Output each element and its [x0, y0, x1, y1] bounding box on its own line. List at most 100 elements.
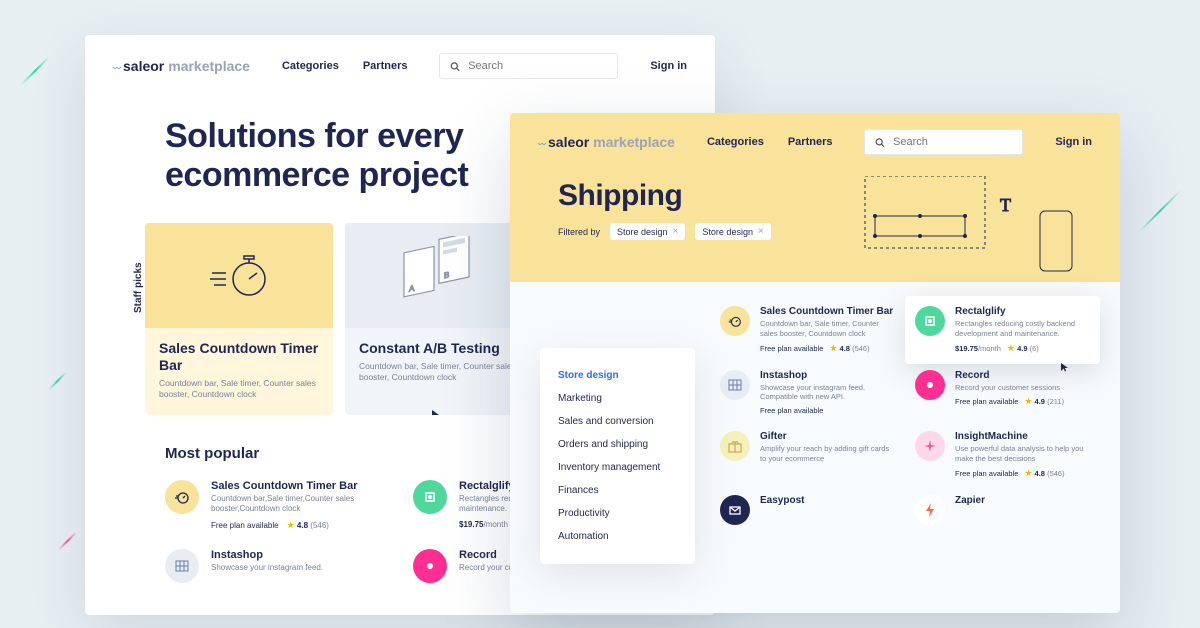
category-hero: Shipping Filtered by Store design× Store… — [510, 171, 1120, 240]
category-item[interactable]: Marketing — [558, 387, 677, 410]
svg-text:A: A — [409, 283, 415, 293]
item-title: Gifter — [760, 431, 895, 442]
category-item[interactable]: Store design — [558, 364, 677, 387]
item-desc: Countdown bar,Sale timer,Counter sales b… — [211, 494, 387, 515]
category-item[interactable]: Inventory management — [558, 456, 677, 479]
staff-card[interactable]: A B Constant A/B Testing Countdown bar, … — [345, 223, 533, 415]
staff-picks-label: Staff picks — [133, 263, 144, 314]
popular-item[interactable]: Sales Countdown Timer Bar Countdown bar,… — [165, 480, 387, 531]
search-box[interactable] — [439, 53, 618, 79]
card-desc: Countdown bar, Sale timer, Counter sales… — [359, 361, 519, 384]
square-icon — [413, 480, 447, 514]
wireframe-illustration: T — [860, 176, 1080, 286]
item-title: Easypost — [760, 495, 895, 506]
post-icon — [720, 495, 750, 525]
chip-remove-icon[interactable]: × — [758, 226, 764, 237]
result-item[interactable]: Sales Countdown Timer Bar Countdown bar,… — [720, 306, 895, 354]
nav-partners[interactable]: Partners — [363, 60, 408, 72]
price: $19.75/month — [955, 344, 1001, 353]
search-input[interactable] — [468, 60, 607, 72]
popular-item[interactable]: Instashop Showcase your instagram feed. — [165, 549, 387, 583]
dot-icon — [915, 370, 945, 400]
search-box[interactable] — [864, 129, 1023, 155]
result-item[interactable]: Record Record your customer sessions Fre… — [915, 370, 1090, 416]
grid-icon — [165, 549, 199, 583]
item-title: Instashop — [760, 370, 895, 381]
signin-link[interactable]: Sign in — [1055, 136, 1092, 148]
item-desc: Use powerful data analysis to help you m… — [955, 444, 1090, 464]
plan-badge: Free plan available — [211, 521, 279, 530]
star-icon: ★ — [287, 520, 295, 530]
nav-categories[interactable]: Categories — [707, 136, 764, 148]
star-icon: ★ — [829, 343, 837, 353]
ab-test-icon: A B — [389, 236, 489, 316]
signin-link[interactable]: Sign in — [650, 60, 687, 72]
item-desc: Record your customer sessions — [955, 383, 1090, 393]
result-item[interactable]: Instashop Showcase your instagram feed. … — [720, 370, 895, 416]
item-desc: Amplify your reach by adding gift cards … — [760, 444, 895, 464]
card-illustration: A B — [345, 223, 533, 328]
search-icon — [875, 137, 885, 148]
category-sidebar: Store design Marketing Sales and convers… — [540, 348, 695, 564]
logo[interactable]: 〰 saleor marketplace — [113, 58, 250, 74]
filter-chip[interactable]: Store design× — [695, 223, 770, 240]
svg-text:B: B — [444, 270, 449, 280]
nav-bar: 〰 saleor marketplace Categories Partners… — [510, 113, 1120, 171]
item-title: Instashop — [211, 549, 387, 561]
result-item[interactable]: Zapier — [915, 495, 1090, 525]
nav-categories[interactable]: Categories — [282, 60, 339, 72]
logo[interactable]: 〰 saleor marketplace — [538, 134, 675, 150]
plan-badge: Free plan available — [955, 397, 1018, 406]
star-icon: ★ — [1024, 396, 1032, 406]
cursor-icon — [431, 409, 441, 415]
item-title: Record — [955, 370, 1090, 381]
nav-links: Categories Partners — [282, 60, 408, 72]
category-item[interactable]: Automation — [558, 525, 677, 548]
logo-suffix: marketplace — [168, 58, 250, 74]
item-desc: Rectangles reducing costly backend devel… — [955, 319, 1090, 339]
category-item[interactable]: Sales and conversion — [558, 410, 677, 433]
window-category: 〰 saleor marketplace Categories Partners… — [510, 113, 1120, 613]
staff-card[interactable]: Sales Countdown Timer Bar Countdown bar,… — [145, 223, 333, 415]
category-item[interactable]: Productivity — [558, 502, 677, 525]
logo-swoosh-icon: 〰 — [538, 139, 546, 150]
item-desc: Showcase your instagram feed. Compatible… — [760, 383, 895, 403]
rating: ★ 4.9 (211) — [1024, 396, 1064, 407]
nav-partners[interactable]: Partners — [788, 136, 833, 148]
svg-text:T: T — [1000, 195, 1011, 215]
category-item[interactable]: Orders and shipping — [558, 433, 677, 456]
spark-icon — [915, 431, 945, 461]
record-icon — [413, 549, 447, 583]
search-icon — [450, 61, 460, 72]
decoration-line — [1138, 189, 1182, 233]
item-title: Zapier — [955, 495, 1090, 506]
result-item[interactable]: Rectalglify Rectangles reducing costly b… — [905, 296, 1100, 364]
rating: ★ 4.8 (546) — [829, 343, 869, 354]
timer-icon — [165, 480, 199, 514]
result-item[interactable]: InsightMachine Use powerful data analysi… — [915, 431, 1090, 479]
item-title: Sales Countdown Timer Bar — [211, 480, 387, 492]
chip-remove-icon[interactable]: × — [673, 226, 679, 237]
category-item[interactable]: Finances — [558, 479, 677, 502]
card-illustration — [145, 223, 333, 328]
plan-badge: Free plan available — [760, 344, 823, 353]
nav-links: Categories Partners — [707, 136, 833, 148]
square-icon — [915, 306, 945, 336]
filter-label: Filtered by — [558, 227, 600, 237]
search-input[interactable] — [893, 136, 1012, 148]
decoration-line — [20, 56, 50, 86]
filter-chip[interactable]: Store design× — [610, 223, 685, 240]
result-item[interactable]: Easypost — [720, 495, 895, 525]
zap-icon — [915, 495, 945, 525]
header-band: 〰 saleor marketplace Categories Partners… — [510, 113, 1120, 282]
star-icon: ★ — [1007, 343, 1015, 353]
grid-icon — [720, 370, 750, 400]
decoration-line — [58, 531, 77, 550]
nav-bar: 〰 saleor marketplace Categories Partners… — [85, 35, 715, 97]
item-desc: Showcase your instagram feed. — [211, 563, 387, 573]
timer-icon — [204, 251, 274, 301]
rating: ★ 4.8 (546) — [1024, 468, 1064, 479]
plan-badge: Free plan available — [760, 406, 823, 415]
item-title: InsightMachine — [955, 431, 1090, 442]
result-item[interactable]: Gifter Amplify your reach by adding gift… — [720, 431, 895, 479]
